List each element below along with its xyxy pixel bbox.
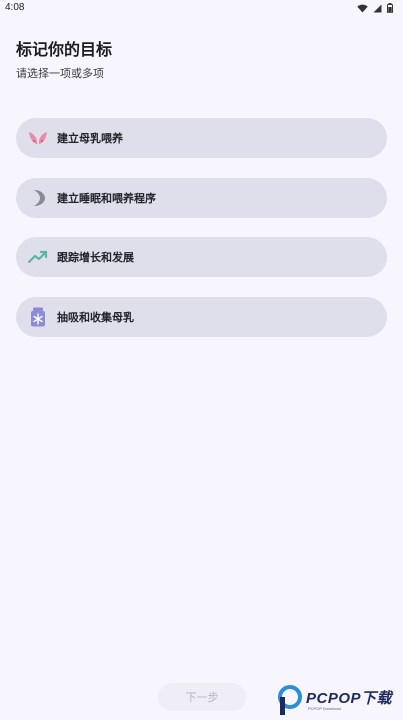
page-title: 标记你的目标 (16, 40, 113, 59)
moon-icon (28, 188, 48, 208)
header: 标记你的目标 请选择一项或多项 (16, 40, 112, 82)
page-subtitle: 请选择一项或多项 (16, 67, 104, 80)
option-label: 抽吸和收集母乳 (57, 310, 134, 324)
watermark: PCPOP下载 PCPOP Download (278, 683, 403, 720)
status-time: 4:08 (5, 2, 25, 13)
status-icons (357, 3, 393, 16)
option-label: 建立母乳喂养 (57, 132, 123, 145)
option-track-growth[interactable]: 跟踪增长和发展 (16, 237, 387, 277)
wifi-icon (357, 4, 368, 16)
watermark-sub: PCPOP Download (308, 706, 341, 711)
signal-icon (373, 4, 382, 16)
option-breastfeeding[interactable]: 建立母乳喂养 (16, 118, 387, 158)
breast-icon (28, 128, 48, 148)
status-bar: 4:08 (0, 0, 403, 18)
option-label: 跟踪增长和发展 (57, 251, 134, 264)
option-label: 建立睡眠和喂养程序 (57, 191, 156, 205)
watermark-brand: PCPOP下载 (306, 690, 393, 707)
milk-bottle-icon (28, 307, 48, 327)
next-button[interactable]: 下一步 (158, 683, 246, 711)
trend-up-icon (28, 247, 48, 267)
goal-options-list: 建立母乳喂养 建立睡眠和喂养程序 跟踪增长和发展 抽吸和收集母乳 (16, 118, 387, 356)
battery-icon (387, 3, 393, 16)
pcpop-logo-icon (278, 685, 302, 715)
option-pump-collect[interactable]: 抽吸和收集母乳 (16, 296, 387, 337)
option-sleep-feeding-routine[interactable]: 建立睡眠和喂养程序 (16, 177, 387, 218)
